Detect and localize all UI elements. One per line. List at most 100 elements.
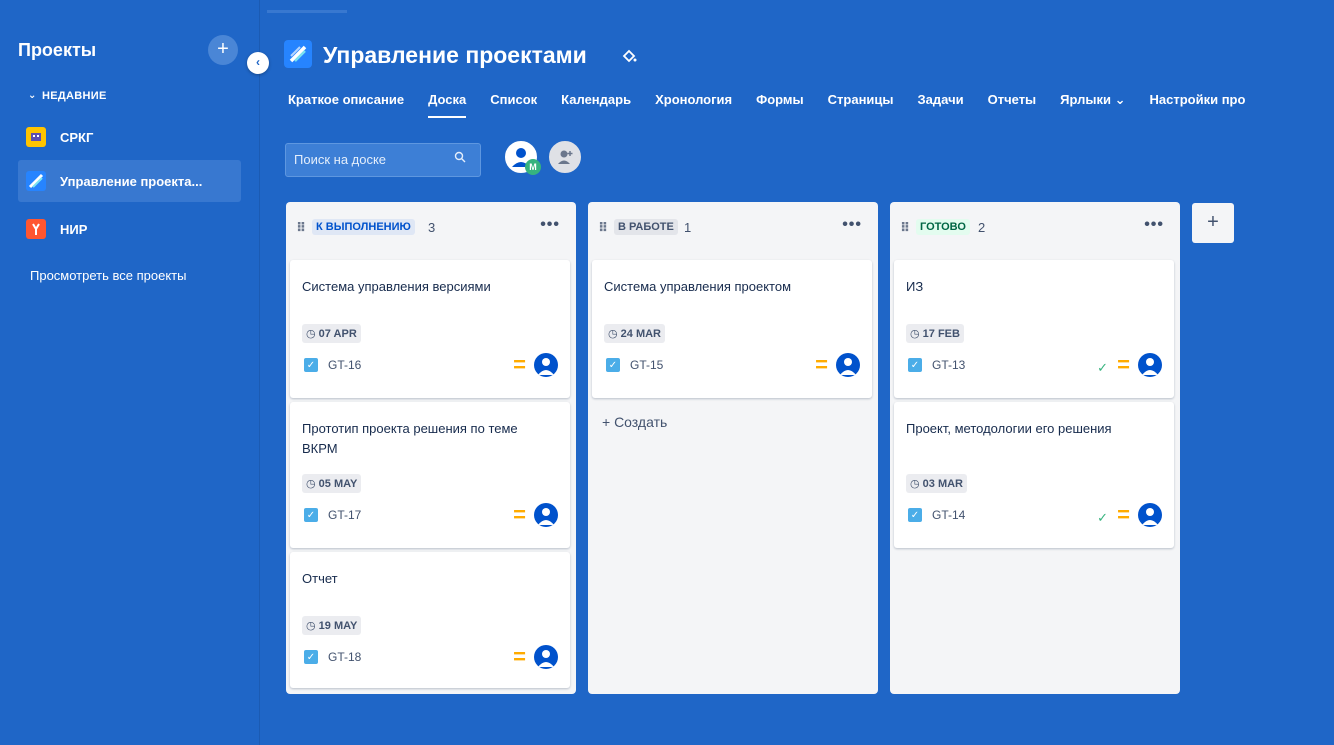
card-title: Отчет: [302, 571, 338, 586]
user-initial-badge: M: [525, 159, 541, 175]
status-badge: В РАБОТЕ: [614, 219, 678, 235]
column-count: 2: [978, 220, 986, 235]
task-type-icon: ✓: [304, 650, 318, 664]
issue-card[interactable]: Система управления проектом ◷ 24 MAR ✓ G…: [592, 260, 872, 398]
due-date: 24 MAR: [620, 328, 661, 340]
issue-card[interactable]: Проект, методологии его решения ◷ 03 MAR…: [894, 402, 1174, 548]
due-date: 07 APR: [318, 328, 357, 340]
project-avatar-icon: [26, 127, 46, 147]
sidebar-item-label: НИР: [60, 221, 88, 237]
priority-medium-icon: =: [1117, 502, 1130, 527]
tab-calendar[interactable]: Календарь: [561, 92, 631, 114]
priority-medium-icon: =: [1117, 352, 1130, 377]
create-issue-button[interactable]: + Создать: [602, 414, 667, 430]
priority-medium-icon: =: [513, 644, 526, 669]
assignee-avatar[interactable]: [534, 353, 558, 377]
status-badge: ГОТОВО: [916, 219, 970, 235]
due-date: 05 MAY: [318, 478, 358, 490]
board-column-todo: ⠿ К ВЫПОЛНЕНИЮ 3 ••• Система управления …: [286, 202, 576, 694]
add-column-button[interactable]: +: [1192, 203, 1234, 243]
due-date: 03 MAR: [922, 478, 963, 490]
card-title: Система управления проектом: [604, 279, 792, 294]
person-icon: [538, 650, 554, 667]
due-date-badge: ◷ 05 MAY: [302, 474, 362, 493]
assignee-avatar[interactable]: [1138, 353, 1162, 377]
search-icon: [454, 151, 466, 166]
due-date-badge: ◷ 03 MAR: [906, 474, 967, 493]
more-icon[interactable]: •••: [842, 216, 862, 234]
tab-project-settings[interactable]: Настройки про: [1150, 92, 1246, 114]
tab-timeline[interactable]: Хронология: [655, 92, 732, 114]
tab-pages[interactable]: Страницы: [828, 92, 894, 114]
view-all-projects-link[interactable]: Просмотреть все проекты: [30, 268, 186, 283]
add-people-button[interactable]: [547, 139, 583, 175]
project-avatar-icon: [26, 171, 46, 191]
more-icon[interactable]: •••: [1144, 216, 1164, 234]
drag-handle-icon[interactable]: ⠿: [296, 220, 306, 236]
issue-key-row: ✓ GT-14: [908, 508, 965, 522]
board-column-in-progress: ⠿ В РАБОТЕ 1 ••• Система управления прое…: [588, 202, 878, 694]
column-header[interactable]: ⠿ В РАБОТЕ 1 •••: [588, 202, 878, 252]
collapse-sidebar-button[interactable]: ‹: [247, 52, 269, 74]
priority-medium-icon: =: [513, 352, 526, 377]
sidebar-title: Проекты: [18, 40, 97, 60]
recent-section-label: НЕДАВНИЕ: [42, 90, 107, 102]
more-icon[interactable]: •••: [540, 216, 560, 234]
add-person-icon: [558, 150, 573, 164]
card-title: Прототип проекта решения по теме ВКРМ: [302, 421, 518, 456]
sidebar: Проекты + ⌄ НЕДАВНИЕ СРКГ Управление про…: [0, 0, 260, 745]
assignee-avatar[interactable]: [534, 503, 558, 527]
tab-issues[interactable]: Задачи: [918, 92, 964, 114]
user-avatar[interactable]: M: [503, 139, 541, 175]
tab-board[interactable]: Доска: [428, 92, 467, 118]
issue-key: GT-16: [328, 358, 362, 372]
done-check-icon: ✓: [1097, 360, 1108, 375]
task-type-icon: ✓: [304, 358, 318, 372]
card-title: ИЗ: [906, 279, 924, 294]
issue-key-row: ✓ GT-16: [304, 358, 361, 372]
column-header[interactable]: ⠿ К ВЫПОЛНЕНИЮ 3 •••: [286, 202, 576, 252]
drag-handle-icon[interactable]: ⠿: [900, 220, 910, 236]
sidebar-item-label: Управление проекта...: [60, 173, 203, 189]
column-header[interactable]: ⠿ ГОТОВО 2 •••: [890, 202, 1180, 252]
board-column-done: ⠿ ГОТОВО 2 ••• ИЗ ◷ 17 FEB ✓ GT-13 ✓ = П…: [890, 202, 1180, 694]
due-date-badge: ◷ 07 APR: [302, 324, 361, 343]
issue-card[interactable]: ИЗ ◷ 17 FEB ✓ GT-13 ✓ =: [894, 260, 1174, 398]
recent-section-toggle[interactable]: ⌄ НЕДАВНИЕ: [28, 90, 107, 102]
sidebar-item-nir[interactable]: НИР: [18, 208, 241, 250]
sidebar-item-project-management[interactable]: Управление проекта...: [18, 160, 241, 202]
issue-card[interactable]: Отчет ◷ 19 MAY ✓ GT-18 =: [290, 552, 570, 688]
page-title: Управление проектами: [323, 42, 587, 68]
due-date: 17 FEB: [922, 328, 960, 340]
column-count: 3: [428, 220, 436, 235]
status-badge: К ВЫПОЛНЕНИЮ: [312, 219, 415, 235]
due-date-badge: ◷ 24 MAR: [604, 324, 665, 343]
add-project-button[interactable]: +: [208, 35, 238, 65]
assignee-avatar[interactable]: [836, 353, 860, 377]
assignee-avatar[interactable]: [534, 645, 558, 669]
due-date-badge: ◷ 19 MAY: [302, 616, 362, 635]
drag-handle-icon[interactable]: ⠿: [598, 220, 608, 236]
issue-key-row: ✓ GT-18: [304, 650, 361, 664]
tab-forms[interactable]: Формы: [756, 92, 804, 114]
paint-bucket-icon[interactable]: [621, 48, 637, 69]
project-header-icon: [284, 40, 312, 68]
tab-list[interactable]: Список: [490, 92, 537, 114]
issue-key: GT-14: [932, 508, 966, 522]
tab-reports[interactable]: Отчеты: [988, 92, 1037, 114]
tab-shortcuts[interactable]: Ярлыки ⌄: [1060, 92, 1125, 114]
chevron-down-icon: ⌄: [28, 90, 37, 101]
issue-key-row: ✓ GT-15: [606, 358, 663, 372]
issue-card[interactable]: Прототип проекта решения по теме ВКРМ ◷ …: [290, 402, 570, 548]
person-icon: [538, 508, 554, 525]
sidebar-item-srkg[interactable]: СРКГ: [18, 116, 241, 158]
issue-key: GT-18: [328, 650, 362, 664]
tab-summary[interactable]: Краткое описание: [288, 92, 404, 114]
assignee-avatar[interactable]: [1138, 503, 1162, 527]
issue-card[interactable]: Система управления версиями ◷ 07 APR ✓ G…: [290, 260, 570, 398]
done-check-icon: ✓: [1097, 510, 1108, 525]
issue-key-row: ✓ GT-17: [304, 508, 361, 522]
board-search-input[interactable]: Поиск на доске: [285, 143, 481, 177]
task-type-icon: ✓: [606, 358, 620, 372]
priority-medium-icon: =: [513, 502, 526, 527]
